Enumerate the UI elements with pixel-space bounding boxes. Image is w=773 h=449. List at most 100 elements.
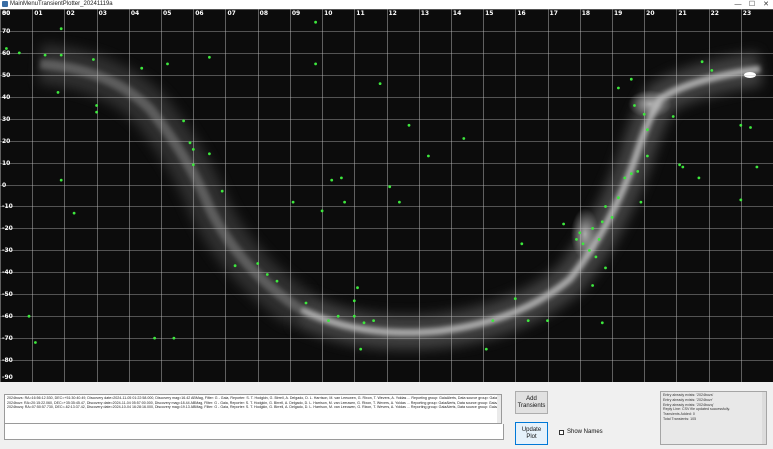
transient-marker[interactable] [320, 209, 324, 213]
transient-marker[interactable] [678, 163, 681, 167]
transient-marker[interactable] [291, 200, 295, 204]
transient-marker[interactable] [600, 220, 604, 224]
transient-marker[interactable] [427, 154, 430, 158]
transient-marker[interactable] [352, 299, 356, 303]
transient-marker[interactable] [220, 189, 224, 193]
transient-marker[interactable] [623, 176, 627, 180]
transient-marker[interactable] [343, 200, 346, 204]
transient-marker[interactable] [17, 51, 21, 55]
status-output[interactable]: Entry already exists: '2024bozs' Entry a… [660, 391, 767, 445]
transient-marker[interactable] [749, 126, 752, 129]
transient-marker[interactable] [56, 91, 60, 94]
minimize-button[interactable]: — [731, 0, 745, 9]
transient-marker[interactable] [43, 53, 47, 57]
transient-marker[interactable] [646, 154, 649, 158]
transient-marker[interactable] [72, 211, 76, 215]
transient-marker[interactable] [681, 165, 685, 169]
transient-marker[interactable] [633, 104, 636, 107]
transient-marker[interactable] [513, 297, 517, 300]
transient-marker[interactable] [275, 279, 279, 283]
update-plot-button[interactable]: Update Plot [515, 422, 548, 445]
transient-marker[interactable] [304, 301, 308, 305]
transient-marker[interactable] [520, 242, 524, 246]
transient-marker[interactable] [208, 55, 211, 59]
transient-marker[interactable] [256, 262, 260, 265]
transient-marker[interactable] [594, 255, 598, 259]
transient-marker[interactable] [95, 104, 98, 107]
transient-marker[interactable] [491, 319, 495, 322]
transient-marker[interactable] [562, 222, 565, 226]
transient-marker[interactable] [314, 62, 317, 66]
transient-marker[interactable] [617, 196, 620, 200]
show-names-checkbox[interactable] [559, 429, 564, 435]
transient-marker[interactable] [153, 336, 157, 340]
transient-marker[interactable] [172, 336, 176, 340]
transient-marker[interactable] [265, 273, 269, 276]
transient-marker[interactable] [359, 347, 363, 351]
transient-marker[interactable] [140, 66, 144, 70]
transient-log-lower[interactable] [4, 424, 504, 440]
transient-marker[interactable] [208, 152, 211, 156]
transient-marker[interactable] [398, 200, 401, 204]
transient-marker[interactable] [362, 321, 366, 325]
transient-marker[interactable] [356, 286, 359, 290]
transient-marker[interactable] [597, 238, 601, 241]
transient-marker[interactable] [739, 198, 743, 202]
transient-marker[interactable] [327, 319, 330, 322]
transient-marker[interactable] [604, 266, 607, 270]
add-transients-button[interactable]: Add Transients [515, 391, 548, 414]
transient-marker[interactable] [191, 148, 195, 151]
transient-marker[interactable] [188, 141, 192, 145]
transient-marker[interactable] [610, 216, 614, 219]
transient-marker[interactable] [34, 341, 37, 344]
transient-marker[interactable] [191, 163, 195, 167]
transient-marker[interactable] [697, 176, 701, 180]
transient-marker[interactable] [710, 69, 714, 72]
transient-log[interactable]: 2024bozs: RA=16:56:12.530, DEC=+51:30:40… [4, 394, 502, 424]
transient-marker[interactable] [484, 347, 488, 351]
transient-marker[interactable] [233, 264, 237, 268]
transient-marker[interactable] [27, 314, 31, 318]
transient-marker[interactable] [182, 119, 186, 123]
transient-marker[interactable] [671, 115, 675, 118]
transient-marker[interactable] [629, 172, 633, 176]
transient-marker[interactable] [639, 200, 643, 204]
sky-map[interactable]: 00 01 02 03 04 05 06 07 08 09 10 11 12 13 14 15 16 17 18 19… [0, 9, 773, 382]
transient-marker[interactable] [600, 321, 604, 325]
transient-marker[interactable] [575, 238, 578, 241]
transient-marker[interactable] [372, 319, 375, 322]
status-scrollbar[interactable] [762, 392, 766, 444]
transient-marker[interactable] [526, 319, 530, 322]
transient-marker[interactable] [388, 185, 392, 189]
transient-marker[interactable] [352, 314, 356, 318]
transient-marker[interactable] [59, 178, 63, 182]
transient-marker[interactable] [92, 58, 95, 61]
transient-marker[interactable] [59, 53, 63, 57]
maximize-button[interactable]: ☐ [745, 0, 759, 9]
transient-marker[interactable] [407, 123, 411, 127]
transient-marker[interactable] [629, 77, 633, 81]
transient-marker[interactable] [588, 249, 591, 252]
transient-marker[interactable] [578, 231, 582, 235]
transient-marker[interactable] [340, 176, 343, 180]
transient-marker[interactable] [378, 82, 382, 85]
transient-marker[interactable] [462, 137, 466, 140]
transient-marker[interactable] [95, 110, 98, 114]
transient-marker[interactable] [581, 242, 585, 246]
transient-marker[interactable] [591, 284, 594, 287]
transient-marker[interactable] [546, 319, 549, 322]
transient-marker[interactable] [755, 165, 759, 169]
transient-marker[interactable] [604, 205, 607, 208]
transient-marker[interactable] [591, 227, 594, 230]
transient-marker[interactable] [59, 27, 63, 31]
transient-marker[interactable] [330, 178, 334, 182]
transient-marker[interactable] [646, 128, 649, 132]
close-button[interactable]: ✕ [759, 0, 773, 9]
transient-marker[interactable] [642, 112, 646, 116]
transient-marker[interactable] [636, 170, 640, 173]
transient-marker[interactable] [166, 62, 169, 66]
transient-marker[interactable] [336, 314, 340, 318]
transient-marker[interactable] [617, 86, 620, 90]
transient-marker[interactable] [314, 20, 317, 24]
transient-marker[interactable] [739, 123, 743, 127]
